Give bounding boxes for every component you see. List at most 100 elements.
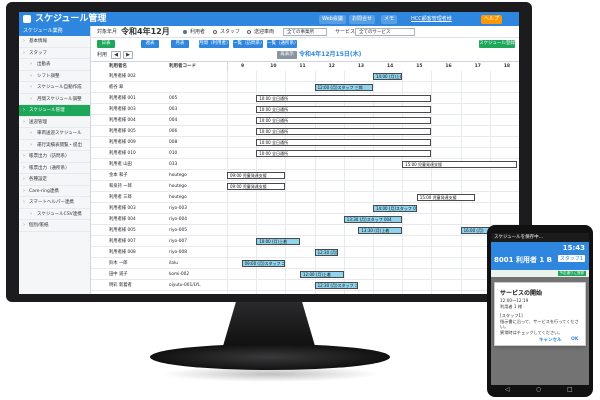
table-row[interactable]: 利用者様 008 riyo-008 [91,248,519,258]
smartphone: スケジュールを保存中… 15:43 8001 利用者 1 B スタッフ1 予定通… [487,225,593,397]
monthly-user-button[interactable]: 月間（利用者） [199,40,231,48]
user-name-cell: 利用者様 010 [109,151,136,156]
sidebar-item[interactable]: › 月間スケジュール調整 [19,94,90,105]
sidebar-item-label: 出勤表 [37,62,51,67]
schedule-bar[interactable]: 13:30 (月)上着 [358,227,403,234]
phone-register-button[interactable]: 予定通りに登録 [557,271,586,276]
user-code-cell: oiyutu-001/LYL [169,283,201,288]
sidebar-item[interactable]: › 帳票出力（通所系） [19,163,90,174]
user-name-cell: 利用者 三郎 [109,195,132,200]
sidebar-item[interactable]: › 車両送迎スケジュール [19,128,90,140]
memo-button[interactable]: メモ [381,15,398,24]
next-day-button[interactable]: ▶ [123,51,133,59]
sidebar-item[interactable]: › スケジュール管理 [19,105,90,117]
radio-user[interactable] [183,30,187,34]
sidebar-list: › 基本情報 › スタッフ › 出勤表 › シフト調整 › スケジュール自動作成 › 月間スケジュール… [19,36,90,232]
sidebar-item-label: 帳票出力（訪問系） [29,154,70,159]
schedule-bar[interactable]: 16:00 (月) [460,227,490,234]
recent-apps-icon[interactable]: □ [567,386,573,393]
schedule-bar[interactable]: 15:00 児童発達支援 [402,161,517,168]
table-row[interactable]: 利用者様 003 riyo-003 [91,204,519,214]
sidebar-item[interactable]: › 個別/帳紙 [19,220,90,232]
schedule-bar[interactable]: 12:30 (月)スタッフ 二子 [314,282,359,289]
sidebar-item[interactable]: › Care-ring連携 [19,186,90,197]
user-code-cell: houtego [169,195,187,200]
user-name-cell: 利用者様 008 [109,250,136,255]
sidebar-item-label: 基本情報 [29,39,47,44]
table-row[interactable]: 利用者様 007 riyo-007 [91,237,519,247]
schedule-bar[interactable]: 10:00 全日通所 [256,117,432,124]
schedule-bar[interactable]: 09:00 児童発達支援 [227,183,286,190]
schedule-bar[interactable]: 09:00 (月)スタッフ 二子 [241,260,286,267]
prev-day-button[interactable]: ◀ [111,51,121,59]
list-daycare-button[interactable]: 一覧（通所系） [267,40,299,48]
user-code-cell: riyo-008 [169,250,187,255]
user-name-cell: 栃谷 翠 [109,85,124,90]
schedule-bar[interactable]: 10:00 全日通所 [256,95,432,102]
schedule-bar[interactable]: 12:30 (月)上着 [314,249,338,256]
user-link[interactable]: HCC顧客管理者様 [411,15,452,24]
sidebar-item[interactable]: › スマートヘルパー連携 [19,197,90,209]
sidebar-item[interactable]: › シフト調整 [19,71,90,82]
phone-status-bar: スケジュールを保存中… [491,233,589,242]
refresh-button[interactable]: 再表示 [277,51,297,59]
schedule-bar[interactable]: 14:00 (月)上着 [373,73,403,80]
sidebar-item[interactable]: › スケジュール自動作成 [19,82,90,94]
schedule-bar[interactable]: 10:00 全日通所 [256,150,432,157]
dialog-cancel-button[interactable]: キャンセル [539,337,562,343]
user-code-cell: riyo-003 [169,206,187,211]
back-icon[interactable]: ◁ [505,386,510,393]
schedule-bar[interactable]: 15:00 児童発達支援 [416,194,476,201]
help-button[interactable]: ヘルプ [481,15,503,24]
sidebar-item[interactable]: › 各種設定 [19,174,90,186]
radio-staff[interactable] [213,30,217,34]
schedule-bar[interactable]: 12:00 (月)上着 [300,271,344,278]
sidebar-item[interactable]: › 基本情報 [19,36,90,48]
chevron-right-icon: › [23,38,25,44]
sidebar-item[interactable]: › スタッフ [19,48,90,59]
schedule-bar[interactable]: 12:00 (月)スタッフ 三郎 [314,84,373,91]
home-icon[interactable]: ○ [536,386,541,393]
sidebar-item[interactable]: › スケジュールCSV連携 [19,209,90,220]
schedule-register-button[interactable]: スケジュール登録 [479,40,515,48]
table-row[interactable]: 利用者様 004 riyo-004 [91,215,519,225]
schedule-bar[interactable]: 10:00 全日通所 [256,139,432,146]
chevron-right-icon: › [23,153,25,159]
dialog-ok-button[interactable]: OK [571,337,578,342]
chevron-right-icon: › [23,118,25,125]
user-name-cell: 和泉持 一郎 [109,184,132,189]
user-name-cell: 利用者様 005 [109,228,136,233]
sidebar-item[interactable]: › 運行実績表閲覧・提出 [19,140,90,151]
list-visit-button[interactable]: 一覧（訪問系） [233,40,265,48]
schedule-bar[interactable]: 10:00 全日通所 [256,106,432,113]
schedule-bar[interactable]: 10:00 全日通所 [256,128,432,135]
table-row[interactable]: 金本 和子 houtego [91,171,519,181]
sidebar-item[interactable]: › 帳票出力（訪問系） [19,151,90,163]
schedule-bar[interactable]: 09:00 児童発達支援 [227,172,286,179]
sidebar-item[interactable]: › 送迎管理 [19,117,90,128]
sidebar-item[interactable]: › 出勤表 [19,59,90,71]
table-row[interactable]: 和泉持 一郎 houtego [91,182,519,192]
table-row[interactable]: 栃谷 翠 [91,83,519,93]
week-view-button[interactable]: 週表 [141,40,159,48]
radio-transport[interactable] [247,30,251,34]
service-select[interactable]: 全てのサービス [355,28,415,36]
table-row[interactable]: 明彩 新着者 oiyutu-001/LYL [91,281,519,291]
day-view-button[interactable]: 日表 [97,40,115,48]
user-name-cell: 明彩 新着者 [109,283,132,288]
hour-label: 9 [241,64,245,69]
title-bar: スケジュール管理 Web会議 お問合せ メモ HCC顧客管理者様 ヘルプ [19,12,519,26]
chevron-right-icon: › [23,187,25,194]
office-select[interactable]: 全ての事業所 [283,28,327,36]
month-view-button[interactable]: 月表 [171,40,189,48]
inquiry-button[interactable]: お問合せ [349,15,376,24]
schedule-bar[interactable]: 13:30 (月)スタッフ 004 [343,216,403,223]
table-row[interactable]: 鈴木 一郎 ilalu [91,259,519,269]
web-meeting-button[interactable]: Web会議 [319,15,346,24]
table-row[interactable]: 利用者様 002 [91,72,519,82]
schedule-bar[interactable]: 10:00 (月)上着 [256,238,300,245]
table-row[interactable]: 利用者様 005 riyo-005 [91,226,519,236]
schedule-bar[interactable]: 14:00 (月)スタッフ 003 [373,205,417,212]
chevron-right-icon: › [30,130,32,136]
phone-header: 15:43 8001 利用者 1 B スタッフ1 [491,242,589,270]
